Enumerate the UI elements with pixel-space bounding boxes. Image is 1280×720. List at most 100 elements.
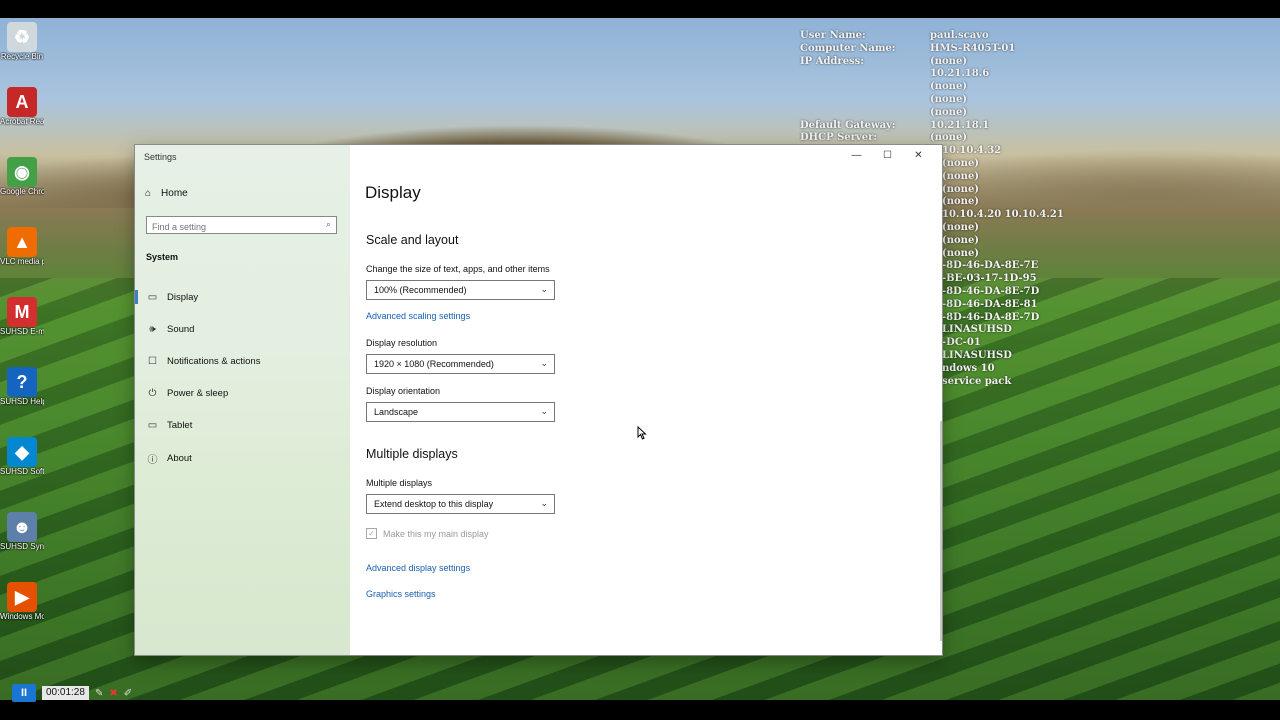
orientation-dropdown[interactable]: Landscape ⌄ <box>366 402 555 422</box>
desktop-icon[interactable]: ▶Windows Movie Maker <box>0 582 44 621</box>
window-controls: — ☐ ✕ <box>841 149 934 163</box>
chevron-down-icon: ⌄ <box>540 406 548 416</box>
recording-time: 00:01:28 <box>42 686 89 700</box>
bginfo-value: (none) <box>942 170 980 182</box>
desktop-icon[interactable]: ☻SUHSD Synergy <box>0 512 44 551</box>
sidebar-item-notifications[interactable]: ☐ Notifications & actions <box>135 350 350 372</box>
bginfo-value: 10.10.4.20 10.10.4.21 <box>942 209 1064 221</box>
bginfo-value: (none) <box>930 55 968 67</box>
bginfo-value: (none) <box>942 196 980 208</box>
app-icon: ☻ <box>7 512 37 542</box>
pause-button[interactable]: II <box>12 684 36 702</box>
bginfo-key: IP Address: <box>800 55 865 67</box>
app-icon: A <box>7 87 37 117</box>
search-input[interactable] <box>147 219 312 235</box>
desktop-icon-label: Google Chrome <box>0 187 44 196</box>
pencil-icon[interactable]: ✐ <box>124 688 132 699</box>
app-icon: ◉ <box>7 157 37 187</box>
app-icon: ▶ <box>7 582 37 612</box>
multi-dropdown-value: Extend desktop to this display <box>374 499 494 509</box>
resolution-dropdown[interactable]: 1920 × 1080 (Recommended) ⌄ <box>366 354 555 374</box>
scale-label: Change the size of text, apps, and other… <box>366 264 550 274</box>
scrollbar[interactable] <box>940 421 942 641</box>
bginfo-value: (none) <box>942 222 980 233</box>
main-display-checkbox[interactable]: ✓ Make this my main display <box>366 528 489 539</box>
settings-window: Settings ⌂ Home ⌕ System ▭ Display 🕪 Sound ☐… <box>135 145 942 655</box>
bginfo-value: (none) <box>930 81 968 93</box>
graphics-settings-link[interactable]: Graphics settings <box>366 589 436 599</box>
app-icon: M <box>7 297 37 327</box>
orientation-dropdown-value: Landscape <box>374 407 419 417</box>
multi-dropdown[interactable]: Extend desktop to this display ⌄ <box>366 494 555 514</box>
desktop-icon[interactable]: ▲VLC media player <box>0 227 44 266</box>
sidebar-item-display[interactable]: ▭ Display <box>135 286 350 308</box>
section-title: System <box>146 252 179 262</box>
sidebar-item-power[interactable]: ⏻ Power & sleep <box>135 382 350 404</box>
desktop-icon-label: Acrobat Reader DC <box>0 117 44 126</box>
bginfo-key: User Name: <box>800 30 866 41</box>
chevron-down-icon: ⌄ <box>540 498 548 508</box>
tablet-icon: ▭ <box>147 419 158 431</box>
bginfo-value: -8D-46-DA-8E-81 <box>942 298 1038 310</box>
bginfo-value: (none) <box>942 247 980 259</box>
top-black-bar <box>0 0 1280 18</box>
bginfo-value: 10.10.4.32 <box>942 145 1002 157</box>
desktop-icon-label: SUHSD Helpdesk <box>0 397 44 406</box>
scale-dropdown[interactable]: 100% (Recommended) ⌄ <box>366 280 555 300</box>
sidebar-item-label: Display <box>167 291 199 303</box>
app-icon: ♻ <box>7 22 37 52</box>
recorder-toolbar: II 00:01:28 ✎ ✖ ✐ <box>12 684 132 702</box>
bginfo-value: ndows 10 <box>942 362 995 374</box>
speaker-icon: 🕪 <box>149 323 156 335</box>
nav-home[interactable]: ⌂ Home <box>145 188 188 199</box>
chevron-down-icon: ⌄ <box>540 358 548 368</box>
notification-icon: ☐ <box>148 355 157 367</box>
page-title: Display <box>365 183 421 202</box>
app-icon: ▲ <box>7 227 37 257</box>
bginfo-value: HMS-R405T-01 <box>930 42 1016 54</box>
bginfo-key: Computer Name: <box>800 42 896 54</box>
checkmark-icon: ✓ <box>366 528 377 539</box>
multi-label: Multiple displays <box>366 478 433 488</box>
advanced-scaling-link[interactable]: Advanced scaling settings <box>366 311 470 321</box>
desktop-icon-label: SUHSD Synergy <box>0 542 44 551</box>
desktop-icon[interactable]: ◉Google Chrome <box>0 157 44 196</box>
mouse-cursor-icon <box>637 426 647 440</box>
sidebar-item-label: Notifications & actions <box>167 355 261 367</box>
bginfo-value: (none) <box>942 234 980 246</box>
desktop-icon[interactable]: AAcrobat Reader DC <box>0 87 44 126</box>
mic-muted-icon[interactable]: ✖ <box>109 688 117 699</box>
advanced-display-link[interactable]: Advanced display settings <box>366 563 470 573</box>
bginfo-value: (none) <box>930 132 968 144</box>
sidebar-item-tablet[interactable]: ▭ Tablet <box>135 414 350 436</box>
close-button[interactable]: ✕ <box>903 149 934 163</box>
bginfo-value: service pack <box>942 375 1012 387</box>
main-display-label: Make this my main display <box>383 528 489 539</box>
desktop-icon[interactable]: ♻ Recycle Bin <box>0 22 44 61</box>
desktop-icon[interactable]: ?SUHSD Helpdesk <box>0 367 44 406</box>
maximize-button[interactable]: ☐ <box>872 149 903 163</box>
bginfo-value: LINASUHSD <box>942 350 1012 361</box>
power-icon: ⏻ <box>148 387 157 399</box>
chevron-down-icon: ⌄ <box>540 284 548 294</box>
app-icon: ? <box>7 367 37 397</box>
pen-tools-icon[interactable]: ✎ <box>95 688 103 699</box>
sidebar-item-label: Sound <box>167 323 195 335</box>
minimize-button[interactable]: — <box>841 149 872 163</box>
bginfo-value: 10.21.18.6 <box>930 68 990 80</box>
bginfo-value: LINASUHSD <box>942 324 1012 336</box>
desktop-icon-label: Windows Movie Maker <box>0 612 44 621</box>
sidebar-item-sound[interactable]: 🕪 Sound <box>135 318 350 340</box>
search-box[interactable]: ⌕ <box>146 216 337 235</box>
bginfo-value: (none) <box>930 94 968 105</box>
sidebar-item-about[interactable]: ⓘ About <box>135 447 350 469</box>
orientation-label: Display orientation <box>366 386 441 396</box>
desktop-icon[interactable]: MSUHSD E-mail <box>0 297 44 336</box>
search-icon[interactable]: ⌕ <box>326 219 331 230</box>
bginfo-value: (none) <box>942 158 980 169</box>
app-icon: ◆ <box>7 437 37 467</box>
desktop-icon[interactable]: ◆SUHSD Softwa... <box>0 437 44 476</box>
bginfo-value: -BE-03-17-1D-95 <box>942 273 1037 285</box>
settings-sidebar: Settings ⌂ Home ⌕ System ▭ Display 🕪 Sound ☐… <box>135 145 350 655</box>
bginfo-value: -8D-46-DA-8E-7E <box>942 260 1039 272</box>
